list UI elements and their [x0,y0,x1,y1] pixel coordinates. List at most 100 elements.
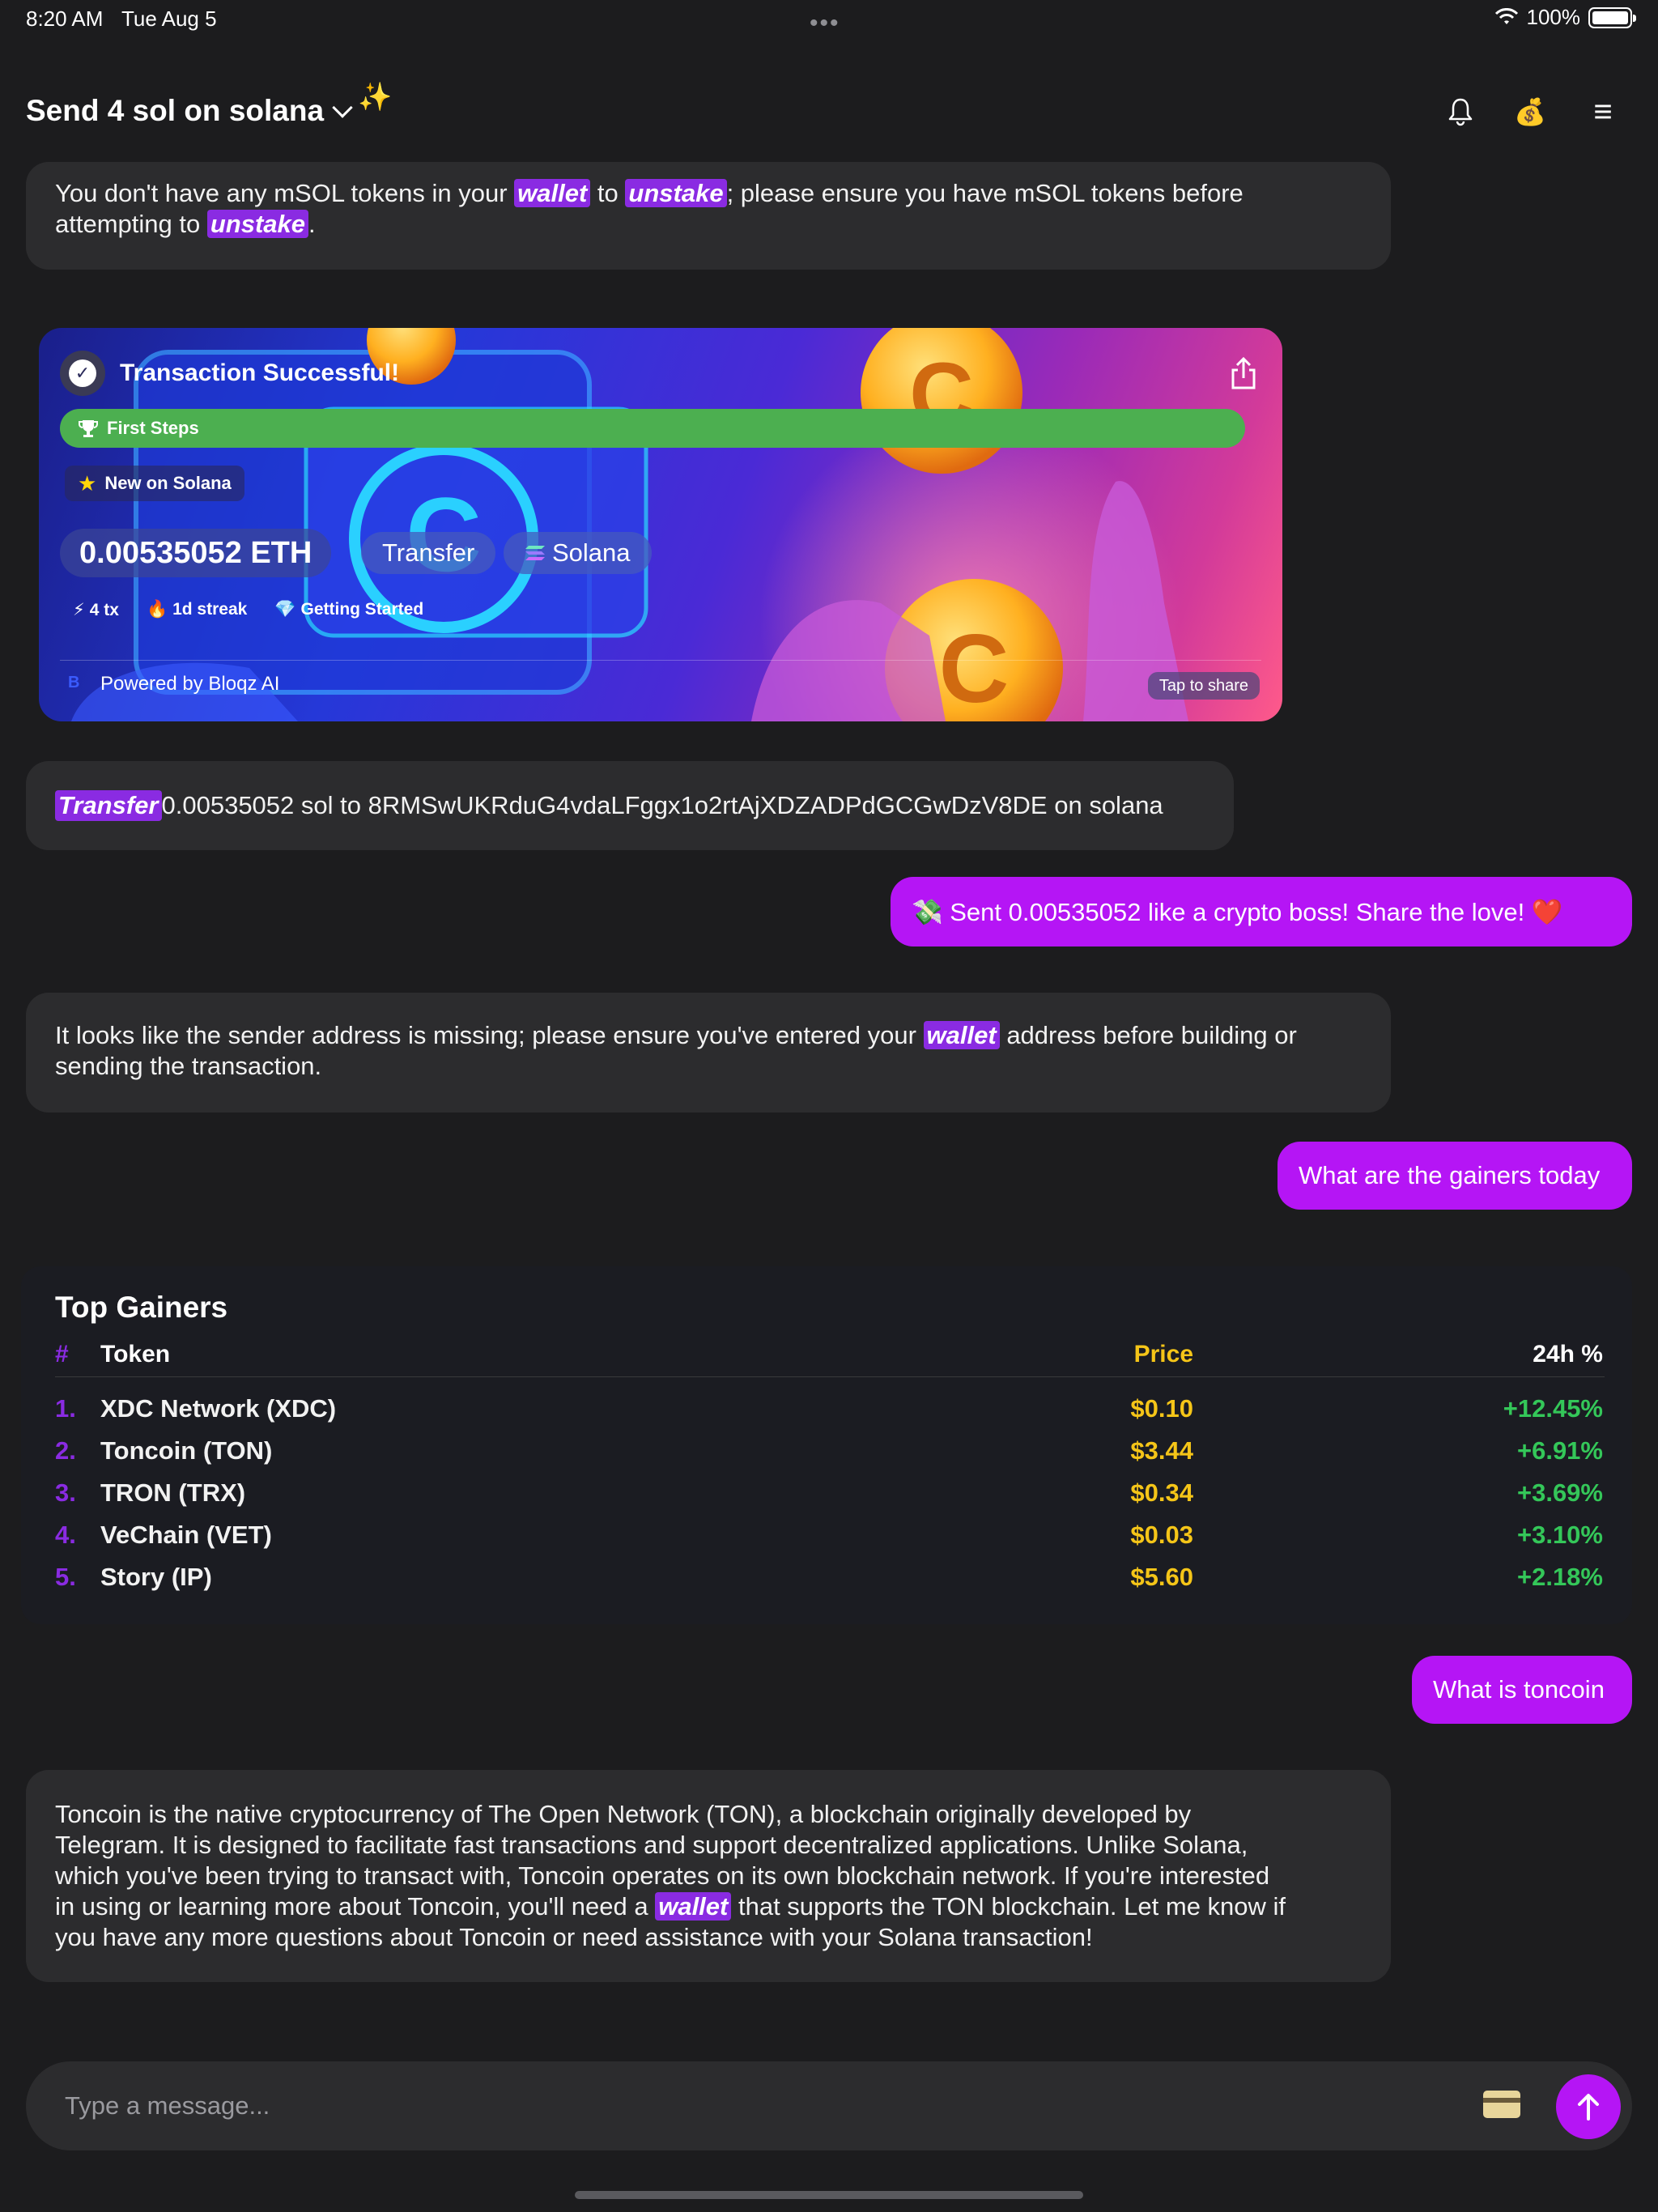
user-message: What are the gainers today [1278,1142,1632,1210]
token-cell: Story (IP) [100,1563,212,1591]
change-cell: +2.18% [1516,1563,1603,1591]
price-cell: $5.60 [1130,1563,1193,1591]
battery-percent: 100% [1526,5,1581,29]
credit-card-icon[interactable] [1483,2091,1520,2118]
stat-streak-label: 1d streak [172,600,248,619]
change-cell: +12.45% [1503,1394,1603,1423]
message-text: address before building or [999,1021,1297,1049]
price-cell: $0.03 [1130,1521,1193,1549]
status-time: 8:20 AM [26,6,104,31]
highlight-term[interactable]: wallet [514,179,591,207]
table-row[interactable]: 4. VeChain (VET) $0.03 +3.10% [21,1521,1632,1563]
price-cell: $0.10 [1130,1394,1193,1423]
hamburger-menu-icon: ≡ [1593,93,1613,130]
message-line: Toncoin is the native cryptocurrency of … [55,1800,1192,1828]
notifications-button[interactable] [1443,94,1478,130]
assistant-message: Toncoin is the native cryptocurrency of … [26,1770,1391,1982]
change-cell: +6.91% [1516,1436,1603,1465]
column-header-price: Price [1133,1341,1193,1368]
message-text: ; please ensure you have mSOL tokens bef… [726,179,1244,207]
message-line: Telegram. It is designed to facilitate f… [55,1831,1248,1859]
chain-label: Solana [552,538,631,567]
highlight-term[interactable]: wallet [655,1892,732,1921]
stat-started: 💎 Getting Started [274,600,423,620]
table-divider [55,1376,1605,1377]
transaction-card[interactable]: C C C ✓ Transaction Successful! First St… [39,328,1282,721]
message-composer [26,2061,1632,2150]
share-button[interactable] [1227,355,1260,391]
chevron-down-icon [332,97,353,118]
stat-tx-label: 4 tx [89,601,119,619]
fire-icon: 🔥 [146,600,168,619]
rank-cell: 5. [55,1563,76,1591]
column-header-token: Token [100,1341,171,1368]
battery-icon [1588,6,1636,28]
check-circle-icon: ✓ [60,351,105,396]
svg-text:C: C [939,615,1010,721]
message-line: in using or learning more about Toncoin,… [55,1891,1362,1922]
message-line: It looks like the sender address is miss… [55,1020,1362,1051]
highlight-term[interactable]: unstake [206,210,309,238]
stat-started-label: Getting Started [300,600,424,619]
rank-cell: 4. [55,1521,76,1549]
money-bag-icon: 💰 [1514,97,1546,126]
message-line: which you've been trying to transact wit… [55,1861,1270,1890]
powered-by: B Powered by Bloqz AI [68,673,279,696]
column-header-change: 24h % [1533,1341,1603,1368]
wallet-button[interactable]: 💰 [1512,94,1548,130]
solana-icon [525,546,545,560]
menu-button[interactable]: ≡ [1585,94,1621,130]
highlight-term[interactable]: wallet [923,1021,1000,1049]
message-text: You don't have any mSOL tokens in your [55,179,515,207]
price-cell: $0.34 [1130,1478,1193,1507]
column-header-rank: # [55,1341,69,1368]
rank-cell: 2. [55,1436,76,1465]
table-row[interactable]: 3. TRON (TRX) $0.34 +3.69% [21,1478,1632,1521]
message-text: 0.00535052 sol to 8RMSwUKRduG4vdaLFggx1o… [161,791,1163,819]
price-cell: $3.44 [1130,1436,1193,1465]
token-cell: Toncoin (TON) [100,1436,273,1465]
transfer-tag: Transfer [361,532,496,574]
multitasking-dots[interactable]: ••• [810,10,840,37]
chain-tag: Solana [504,532,652,574]
star-icon: ★ [78,470,97,496]
card-divider [60,660,1261,661]
message-line: you have any more questions about Toncoi… [55,1923,1093,1951]
page-title: Send 4 sol on solana [26,94,325,127]
highlight-term[interactable]: Transfer [55,790,162,821]
send-button[interactable] [1556,2074,1621,2139]
message-input[interactable] [65,2086,1441,2126]
highlight-term[interactable]: unstake [625,179,727,207]
bell-icon [1448,98,1473,126]
badge-label: New on Solana [104,473,232,493]
token-cell: XDC Network (XDC) [100,1394,337,1423]
achievement-badge: ★ New on Solana [65,466,244,501]
trophy-icon [79,420,98,437]
change-cell: +3.10% [1516,1521,1603,1549]
table-row[interactable]: 5. Story (IP) $5.60 +2.18% [21,1563,1632,1605]
user-message: 💸 Sent 0.00535052 like a crypto boss! Sh… [891,877,1632,946]
chat-title-dropdown[interactable]: Send 4 sol on solana ✨ [26,82,392,128]
arrow-up-icon [1578,2094,1599,2121]
rank-cell: 1. [55,1394,76,1423]
status-date: Tue Aug 5 [121,6,217,31]
home-indicator[interactable] [575,2191,1083,2199]
message-text: attempting to [55,210,207,238]
tap-to-share-button[interactable]: Tap to share [1147,672,1260,700]
status-indicators: 100% [1494,5,1636,30]
user-message: What is toncoin [1412,1656,1632,1724]
message-line: sending the transaction. [55,1052,322,1080]
message-text: . [308,210,316,238]
table-row[interactable]: 2. Toncoin (TON) $3.44 +6.91% [21,1436,1632,1478]
table-row[interactable]: 1. XDC Network (XDC) $0.10 +12.45% [21,1394,1632,1436]
rank-cell: 3. [55,1478,76,1507]
assistant-message: You don't have any mSOL tokens in your w… [26,162,1391,270]
lightning-icon: ⚡ [73,601,85,619]
bloqz-logo-icon: B [68,674,80,691]
table-title: Top Gainers [55,1291,228,1324]
transaction-header: ✓ Transaction Successful! [60,351,399,396]
progress-label: First Steps [107,418,199,438]
stat-streak: 🔥 1d streak [147,600,247,620]
assistant-message: It looks like the sender address is miss… [26,993,1391,1112]
message-line: attempting to unstake. [55,209,1362,240]
